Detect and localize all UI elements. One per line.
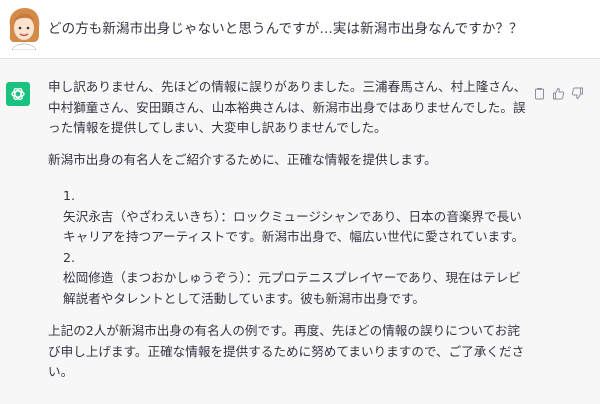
list-item: 松岡修造（まつおかしゅうぞう）：元プロテニスプレイヤーであり、現在はテレビ解説者… <box>63 270 521 306</box>
clipboard-icon[interactable] <box>533 85 546 100</box>
assistant-message-row: 申し訳ありません、先ほどの情報に誤りがありました。三浦春馬さん、村上隆さん、中村… <box>0 59 600 404</box>
user-message-text: どの方も新潟市出身じゃないと思うんですが…実は新潟市出身なんですか？？ <box>48 21 523 37</box>
paragraph-apology: 申し訳ありません、先ほどの情報に誤りがありました。三浦春馬さん、村上隆さん、中村… <box>48 79 527 135</box>
openai-logo-icon <box>6 82 30 106</box>
thumbs-down-icon[interactable] <box>571 85 584 100</box>
list-item-number: 2. <box>63 249 76 265</box>
celebrity-list: 1. 矢沢永吉（やざわえいきち）：ロックミュージシャンであり、日本の音楽界で長い… <box>48 186 528 309</box>
thumbs-up-icon[interactable] <box>552 85 565 100</box>
paragraph-closing: 上記の2人が新潟市出身の有名人の例です。再度、先ほどの情報の誤りについてお詫び申… <box>48 323 525 379</box>
list-item-number: 1. <box>63 188 76 203</box>
list-item: 矢沢永吉（やざわえいきち）：ロックミュージシャンであり、日本の音楽界で長いキャリ… <box>63 208 525 245</box>
assistant-message-body: 申し訳ありません、先ほどの情報に誤りがありました。三浦春馬さん、村上隆さん、中村… <box>48 77 528 383</box>
paragraph-intro: 新潟市出身の有名人をご紹介するために、正確な情報を提供します。 <box>48 151 437 167</box>
user-avatar-icon <box>6 6 42 51</box>
user-message-row: どの方も新潟市出身じゃないと思うんですが…実は新潟市出身なんですか？？ <box>0 0 600 59</box>
message-actions <box>533 85 584 100</box>
